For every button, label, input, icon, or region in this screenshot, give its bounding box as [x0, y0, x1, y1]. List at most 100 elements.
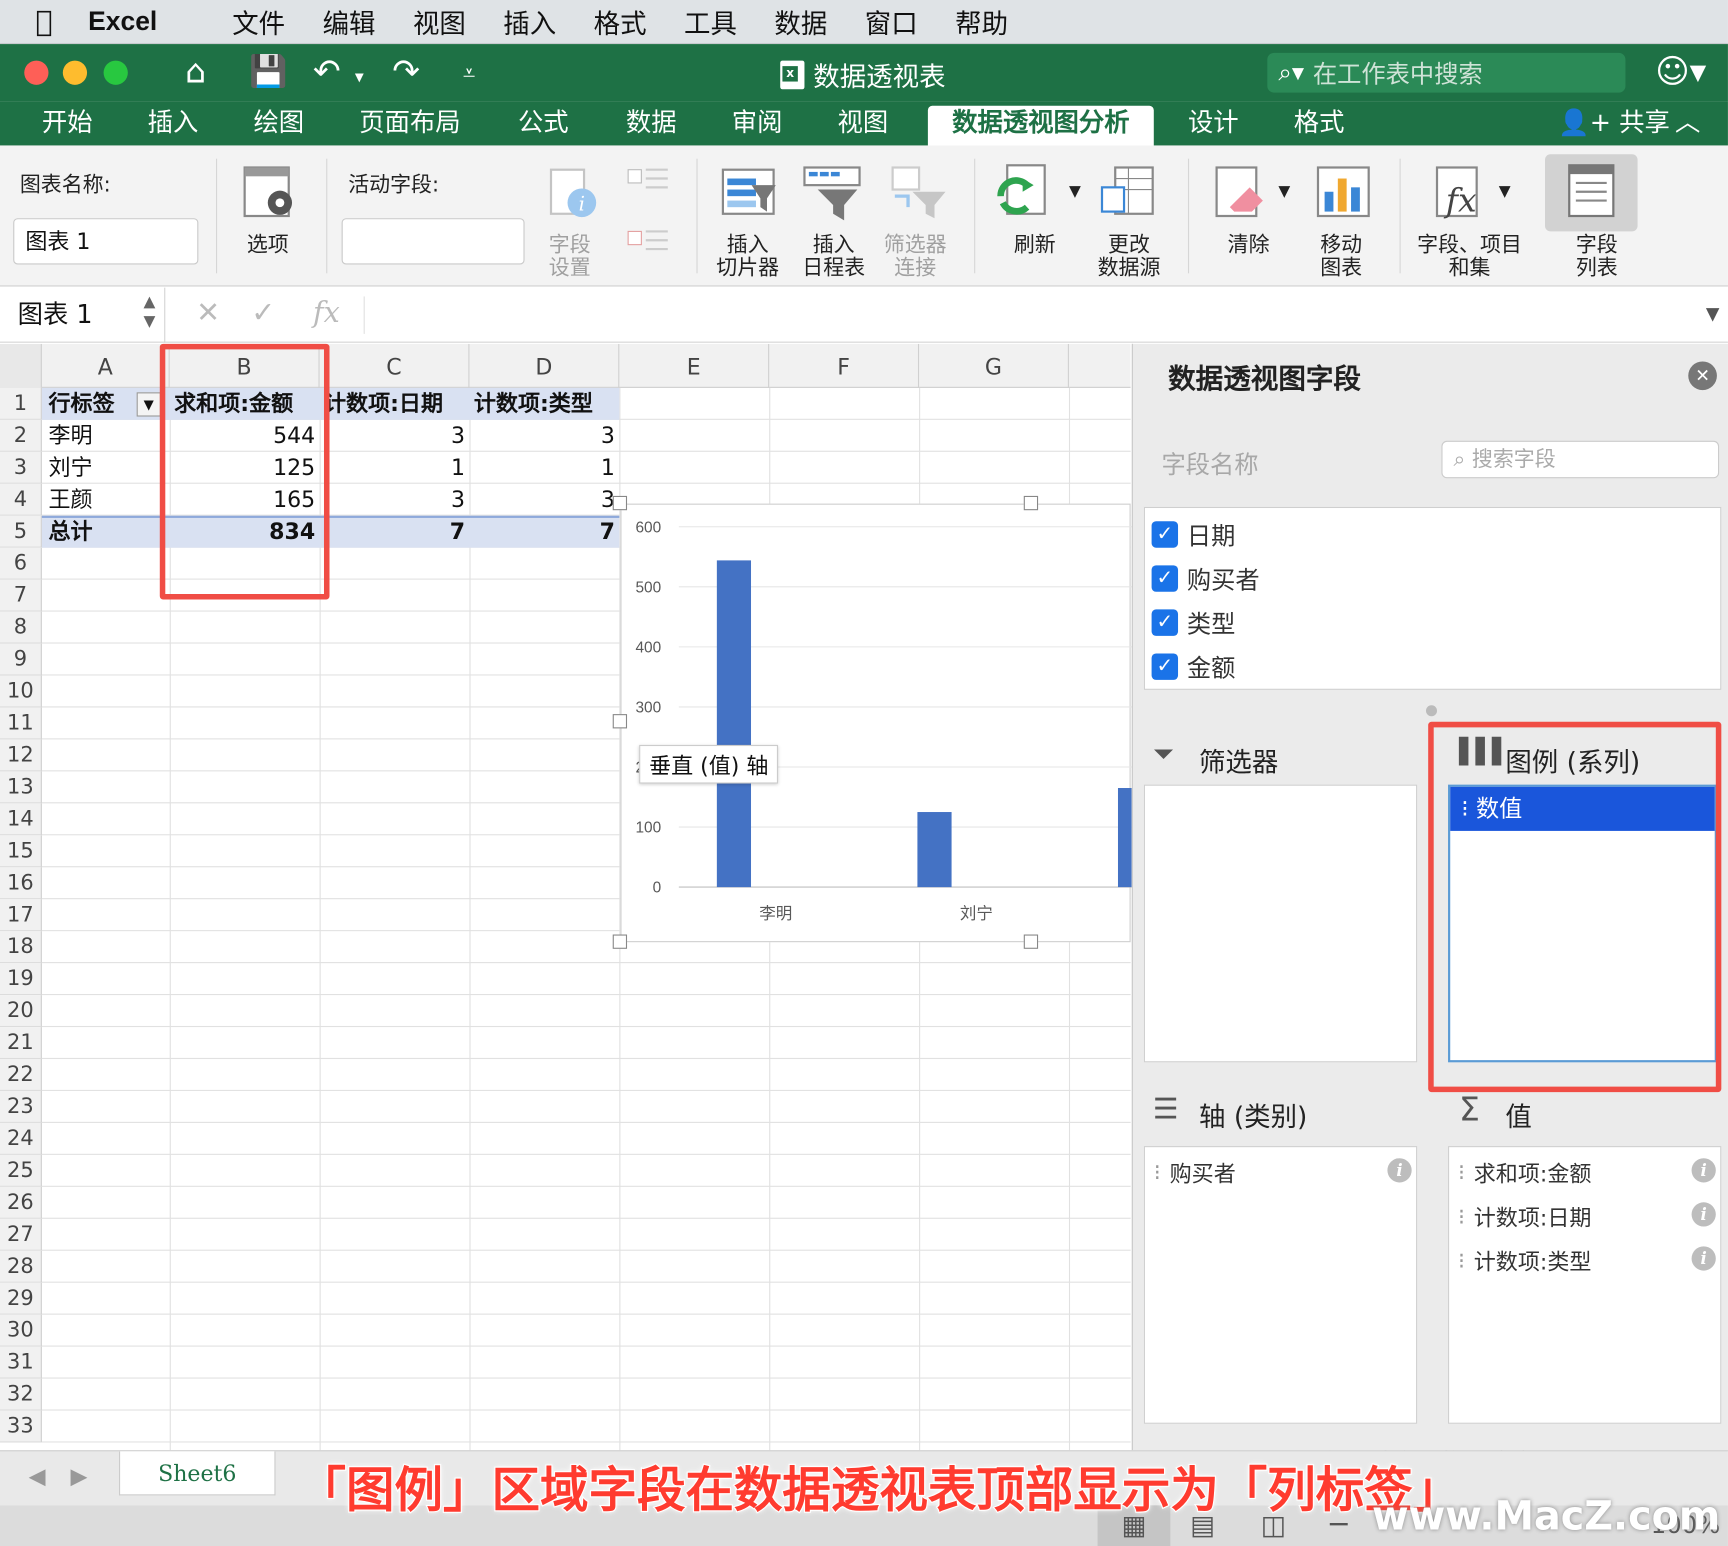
active-field-input[interactable]: [341, 218, 525, 265]
search-fields-input[interactable]: ⌕ 搜索字段: [1441, 440, 1720, 479]
tab-format[interactable]: 格式: [1294, 106, 1345, 146]
axis-drop-area[interactable]: ⁝ 购买者 i: [1143, 1146, 1418, 1424]
row-header-7[interactable]: 7: [0, 579, 42, 612]
row-header-27[interactable]: 27: [0, 1218, 42, 1251]
pivot-cell-count-date[interactable]: 3: [320, 484, 470, 516]
column-header-e[interactable]: E: [619, 343, 770, 388]
redo-icon[interactable]: ↷: [392, 53, 420, 92]
row-header-23[interactable]: 23: [0, 1090, 42, 1123]
feedback-smiley-icon[interactable]: ☺▾: [1655, 53, 1706, 92]
chart-handle-ml[interactable]: [612, 714, 628, 729]
pivot-cell-count-type[interactable]: 3: [469, 484, 619, 516]
values-drop-area[interactable]: ⁝ 求和项:金额 i ⁝ 计数项:日期 i ⁝ 计数项:类型 i: [1448, 1146, 1722, 1424]
expand-field-icon[interactable]: [626, 163, 670, 203]
tab-home[interactable]: 开始: [42, 106, 93, 146]
formula-input[interactable]: [363, 296, 1697, 334]
clear-eraser-icon[interactable]: [1212, 163, 1272, 223]
chart-handle-bl[interactable]: [612, 934, 628, 949]
column-header-a[interactable]: A: [42, 343, 170, 388]
row-header-10[interactable]: 10: [0, 675, 42, 708]
pivot-total-label[interactable]: 总计: [48, 516, 158, 548]
row-header-1[interactable]: 1: [0, 387, 42, 420]
checkbox-checked-icon[interactable]: ✓: [1151, 609, 1179, 636]
row-header-20[interactable]: 20: [0, 995, 42, 1028]
column-header-g[interactable]: G: [919, 343, 1069, 388]
name-box-stepper-icon[interactable]: ▲ ▼: [144, 292, 156, 332]
axis-item-buyer[interactable]: ⁝ 购买者: [1154, 1156, 1236, 1188]
row-header-29[interactable]: 29: [0, 1282, 42, 1315]
row-header-13[interactable]: 13: [0, 771, 42, 804]
menu-edit[interactable]: 编辑: [323, 2, 376, 41]
info-icon[interactable]: i: [1691, 1246, 1716, 1271]
chart-name-input[interactable]: 图表 1: [13, 218, 199, 265]
field-item-date[interactable]: ✓ 日期: [1151, 517, 1235, 552]
expand-formula-icon[interactable]: ▼: [1706, 303, 1720, 324]
row-header-5[interactable]: 5: [0, 515, 42, 548]
undo-dropdown-icon[interactable]: ▾: [355, 66, 364, 87]
values-item-count-date[interactable]: ⁝ 计数项:日期: [1458, 1200, 1591, 1232]
pivot-row-labels-header[interactable]: 行标签: [48, 388, 136, 420]
row-header-9[interactable]: 9: [0, 643, 42, 676]
column-header-f[interactable]: F: [769, 343, 920, 388]
row-header-15[interactable]: 15: [0, 835, 42, 868]
chart-handle-bm[interactable]: [1023, 934, 1039, 949]
prev-sheet-icon[interactable]: ◀: [29, 1462, 46, 1488]
pivot-total-count-date[interactable]: 7: [320, 516, 470, 548]
field-item-type[interactable]: ✓ 类型: [1151, 605, 1235, 640]
move-chart-icon[interactable]: [1314, 163, 1374, 223]
row-header-22[interactable]: 22: [0, 1059, 42, 1091]
chart-bar-0[interactable]: [716, 560, 752, 888]
tab-view[interactable]: 视图: [838, 106, 889, 146]
checkbox-checked-icon[interactable]: ✓: [1151, 653, 1179, 680]
row-header-11[interactable]: 11: [0, 707, 42, 740]
row-header-31[interactable]: 31: [0, 1346, 42, 1379]
row-header-30[interactable]: 30: [0, 1314, 42, 1347]
next-sheet-icon[interactable]: ▶: [71, 1462, 88, 1488]
field-item-amount[interactable]: ✓ 金额: [1151, 649, 1235, 684]
pivot-cell-count-date[interactable]: 1: [320, 452, 470, 484]
close-panel-icon[interactable]: ✕: [1688, 361, 1717, 391]
cancel-edit-icon[interactable]: ✕: [196, 296, 220, 329]
column-header-d[interactable]: D: [469, 343, 620, 388]
tab-formulas[interactable]: 公式: [518, 106, 569, 146]
menu-app[interactable]: Excel: [88, 6, 157, 37]
pivot-cell-buyer[interactable]: 李明: [48, 420, 158, 452]
row-header-32[interactable]: 32: [0, 1378, 42, 1411]
filters-drop-area[interactable]: [1143, 784, 1418, 1063]
field-settings-icon[interactable]: i: [544, 165, 604, 225]
tab-draw[interactable]: 绘图: [253, 106, 304, 146]
info-icon[interactable]: i: [1387, 1158, 1412, 1183]
pivot-cell-count-date[interactable]: 3: [320, 420, 470, 452]
menu-tools[interactable]: 工具: [684, 2, 737, 41]
menu-format[interactable]: 格式: [594, 2, 647, 41]
row-header-21[interactable]: 21: [0, 1027, 42, 1060]
tab-design[interactable]: 设计: [1188, 106, 1239, 146]
tab-pivotchart-analyze[interactable]: 数据透视图分析: [927, 105, 1154, 146]
options-icon[interactable]: [240, 163, 300, 223]
save-icon[interactable]: 💾: [249, 53, 287, 89]
timeline-icon[interactable]: [802, 163, 862, 223]
tab-page-layout[interactable]: 页面布局: [359, 106, 460, 146]
row-header-3[interactable]: 3: [0, 451, 42, 484]
undo-icon[interactable]: ↶: [313, 53, 341, 92]
pivot-count-date-header[interactable]: 计数项:日期: [324, 388, 467, 420]
row-header-6[interactable]: 6: [0, 547, 42, 580]
sheet-search-input[interactable]: ⌕▾ 在工作表中搜索: [1267, 52, 1626, 93]
menu-help[interactable]: 帮助: [955, 2, 1008, 41]
pivot-total-count-type[interactable]: 7: [469, 516, 619, 548]
name-box[interactable]: 图表 1 ▲ ▼: [0, 287, 166, 343]
select-all-corner[interactable]: [0, 343, 42, 388]
change-data-source-icon[interactable]: [1100, 163, 1160, 223]
clear-dropdown-icon[interactable]: ▼: [1278, 181, 1290, 204]
field-item-buyer[interactable]: ✓ 购买者: [1151, 561, 1260, 596]
tab-review[interactable]: 审阅: [732, 106, 783, 146]
pivot-cell-count-type[interactable]: 3: [469, 420, 619, 452]
row-header-18[interactable]: 18: [0, 931, 42, 964]
menu-insert[interactable]: 插入: [503, 2, 556, 41]
apple-icon[interactable]: : [0, 5, 88, 38]
pivot-chart[interactable]: 6005004003002001000李明刘宁王颜 垂直 (值) 轴: [620, 503, 1197, 943]
checkbox-checked-icon[interactable]: ✓: [1151, 521, 1179, 548]
row-header-26[interactable]: 26: [0, 1186, 42, 1219]
row-header-25[interactable]: 25: [0, 1154, 42, 1187]
row-header-8[interactable]: 8: [0, 611, 42, 644]
